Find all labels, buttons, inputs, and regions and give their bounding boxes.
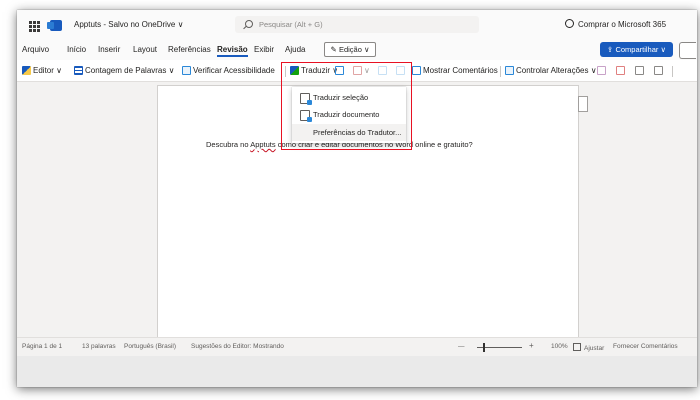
tab-inserir[interactable]: Inserir <box>98 45 120 54</box>
translate-icon <box>290 66 299 75</box>
text-before: Descubra no <box>206 140 251 149</box>
tab-revisao[interactable]: Revisão <box>217 45 248 57</box>
tab-ajuda[interactable]: Ajuda <box>285 45 305 54</box>
fit-label: Ajustar <box>584 345 605 352</box>
editor-label: Editor ∨ <box>33 66 62 75</box>
translate-dropdown-menu: Traduzir seleção Traduzir documento Pref… <box>292 87 406 143</box>
accessibility-icon <box>182 66 191 75</box>
zoom-in-button[interactable]: + <box>529 341 534 350</box>
editor-suggestions-status[interactable]: Sugestões do Editor: Mostrando <box>191 343 284 350</box>
menu-item-translate-document[interactable]: Traduzir documento <box>292 106 406 123</box>
menu-item-label: Preferências do Tradutor... <box>313 128 402 137</box>
review-ribbon: Editor ∨ Contagem de Palavras ∨ Verifica… <box>17 60 697 82</box>
editor-button[interactable]: Editor ∨ <box>22 66 62 75</box>
menu-item-translate-selection[interactable]: Traduzir seleção <box>292 89 406 106</box>
fit-button[interactable]: Ajustar <box>573 343 604 352</box>
new-comment-icon[interactable] <box>335 66 344 75</box>
word-count-label: Contagem de Palavras ∨ <box>85 66 175 75</box>
comments-icon <box>412 66 421 75</box>
accessibility-check-button[interactable]: Verificar Acessibilidade <box>182 66 275 75</box>
next-change-icon[interactable] <box>654 66 663 75</box>
share-icon: ⇪ <box>607 45 614 54</box>
track-changes-icon <box>505 66 514 75</box>
tab-referencias[interactable]: Referências <box>168 45 211 54</box>
status-bar: Página 1 de 1 13 palavras Português (Bra… <box>17 337 697 356</box>
menu-item-label: Traduzir seleção <box>313 93 369 102</box>
translate-label: Traduzir ∨ <box>301 66 339 75</box>
search-placeholder: Pesquisar (Alt + G) <box>259 20 323 29</box>
fit-icon <box>573 343 581 351</box>
delete-comment-chevron[interactable]: ∨ <box>364 66 370 75</box>
feedback-link[interactable]: Fornecer Comentários <box>613 343 678 350</box>
word-count-icon <box>74 66 83 75</box>
diamond-icon <box>565 19 574 28</box>
word-logo-icon <box>47 20 62 31</box>
zoom-level[interactable]: 100% <box>551 343 568 350</box>
menu-item-label: Traduzir documento <box>313 110 380 119</box>
search-icon <box>245 20 253 28</box>
tab-layout[interactable]: Layout <box>133 45 157 54</box>
margin-comment-marker[interactable] <box>578 96 588 112</box>
misspelled-word[interactable]: Apptuts <box>250 140 275 149</box>
taskbar-area <box>17 356 697 387</box>
edit-mode-button[interactable]: ✎ Edição ∨ <box>324 42 376 57</box>
accessibility-label: Verificar Acessibilidade <box>193 66 275 75</box>
translate-document-icon <box>300 110 312 122</box>
word-count-status[interactable]: 13 palavras <box>82 343 116 350</box>
tab-arquivo[interactable]: Arquivo <box>22 45 49 54</box>
editor-pen-icon <box>22 66 31 75</box>
buy-label: Comprar o Microsoft 365 <box>578 20 667 29</box>
previous-change-icon[interactable] <box>635 66 644 75</box>
document-title[interactable]: Apptuts - Salvo no OneDrive ∨ <box>74 20 183 29</box>
language-status[interactable]: Português (Brasil) <box>124 343 176 350</box>
zoom-slider-thumb[interactable] <box>483 343 485 352</box>
ribbon-divider <box>500 66 501 77</box>
menu-item-translator-preferences[interactable]: Preferências do Tradutor... <box>292 124 406 141</box>
delete-comment-icon[interactable] <box>353 66 362 75</box>
ribbon-divider <box>672 66 673 77</box>
ribbon-divider <box>285 66 286 77</box>
buy-microsoft-365-link[interactable]: Comprar o Microsoft 365 <box>565 19 666 29</box>
tab-inicio[interactable]: Início <box>67 45 86 54</box>
zoom-out-button[interactable]: — <box>458 343 465 350</box>
share-label: Compartilhar ∨ <box>615 45 666 54</box>
show-comments-button[interactable]: Mostrar Comentários <box>412 66 498 75</box>
previous-comment-icon[interactable] <box>378 66 387 75</box>
show-comments-label: Mostrar Comentários <box>423 66 498 75</box>
translate-selection-icon <box>300 93 312 105</box>
translate-button[interactable]: Traduzir ∨ <box>290 66 338 75</box>
share-button[interactable]: ⇪ Compartilhar ∨ <box>600 42 673 57</box>
track-changes-label: Controlar Alterações ∨ <box>516 66 597 75</box>
track-changes-button[interactable]: Controlar Alterações ∨ <box>505 66 597 75</box>
pencil-icon: ✎ <box>330 45 337 54</box>
comments-button[interactable] <box>679 42 696 59</box>
search-input[interactable]: Pesquisar (Alt + G) <box>235 16 479 33</box>
word-online-window: Apptuts - Salvo no OneDrive ∨ Pesquisar … <box>17 10 697 387</box>
edit-mode-label: Edição ∨ <box>338 45 370 54</box>
tab-exibir[interactable]: Exibir <box>254 45 274 54</box>
word-count-button[interactable]: Contagem de Palavras ∨ <box>74 66 174 75</box>
title-bar: Apptuts - Salvo no OneDrive ∨ Pesquisar … <box>17 10 697 40</box>
app-launcher-icon[interactable] <box>29 21 40 32</box>
accept-change-icon[interactable] <box>597 66 606 75</box>
page-count: Página 1 de 1 <box>22 343 63 350</box>
next-comment-icon[interactable] <box>396 66 405 75</box>
reject-change-icon[interactable] <box>616 66 625 75</box>
